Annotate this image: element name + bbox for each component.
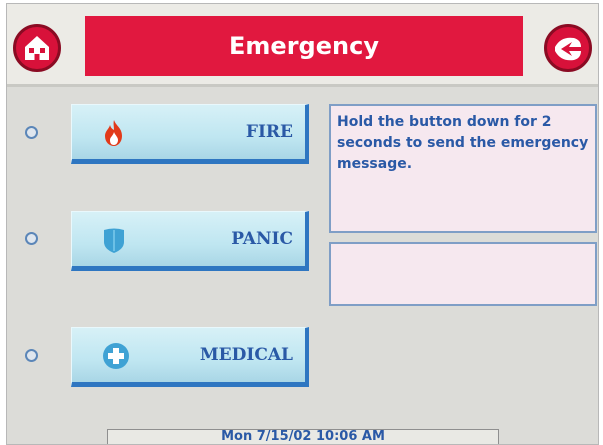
message-input[interactable] (329, 242, 597, 306)
shield-icon (102, 226, 126, 258)
emergency-screen: Emergency FIRE PANIC MEDICAL Hold the bu… (6, 3, 599, 445)
fire-radio[interactable] (25, 126, 38, 139)
back-arrow-icon (555, 37, 581, 61)
status-datetime: Mon 7/15/02 10:06 AM (107, 429, 499, 444)
medical-button[interactable]: MEDICAL (71, 327, 309, 387)
panic-radio[interactable] (25, 232, 38, 245)
instruction-message: Hold the button down for 2 seconds to se… (329, 104, 597, 233)
home-icon (25, 36, 49, 60)
fire-button[interactable]: FIRE (71, 104, 309, 164)
medical-cross-icon (102, 342, 130, 374)
medical-button-label: MEDICAL (199, 345, 293, 365)
home-button[interactable] (13, 24, 61, 72)
page-title: Emergency (229, 32, 379, 60)
medical-radio[interactable] (25, 349, 38, 362)
panic-button-label: PANIC (231, 229, 293, 249)
fire-button-label: FIRE (245, 122, 293, 142)
back-button[interactable] (544, 24, 592, 72)
panic-button[interactable]: PANIC (71, 211, 309, 271)
fire-icon (102, 119, 126, 151)
header-divider (7, 84, 598, 87)
header: Emergency (7, 4, 598, 84)
